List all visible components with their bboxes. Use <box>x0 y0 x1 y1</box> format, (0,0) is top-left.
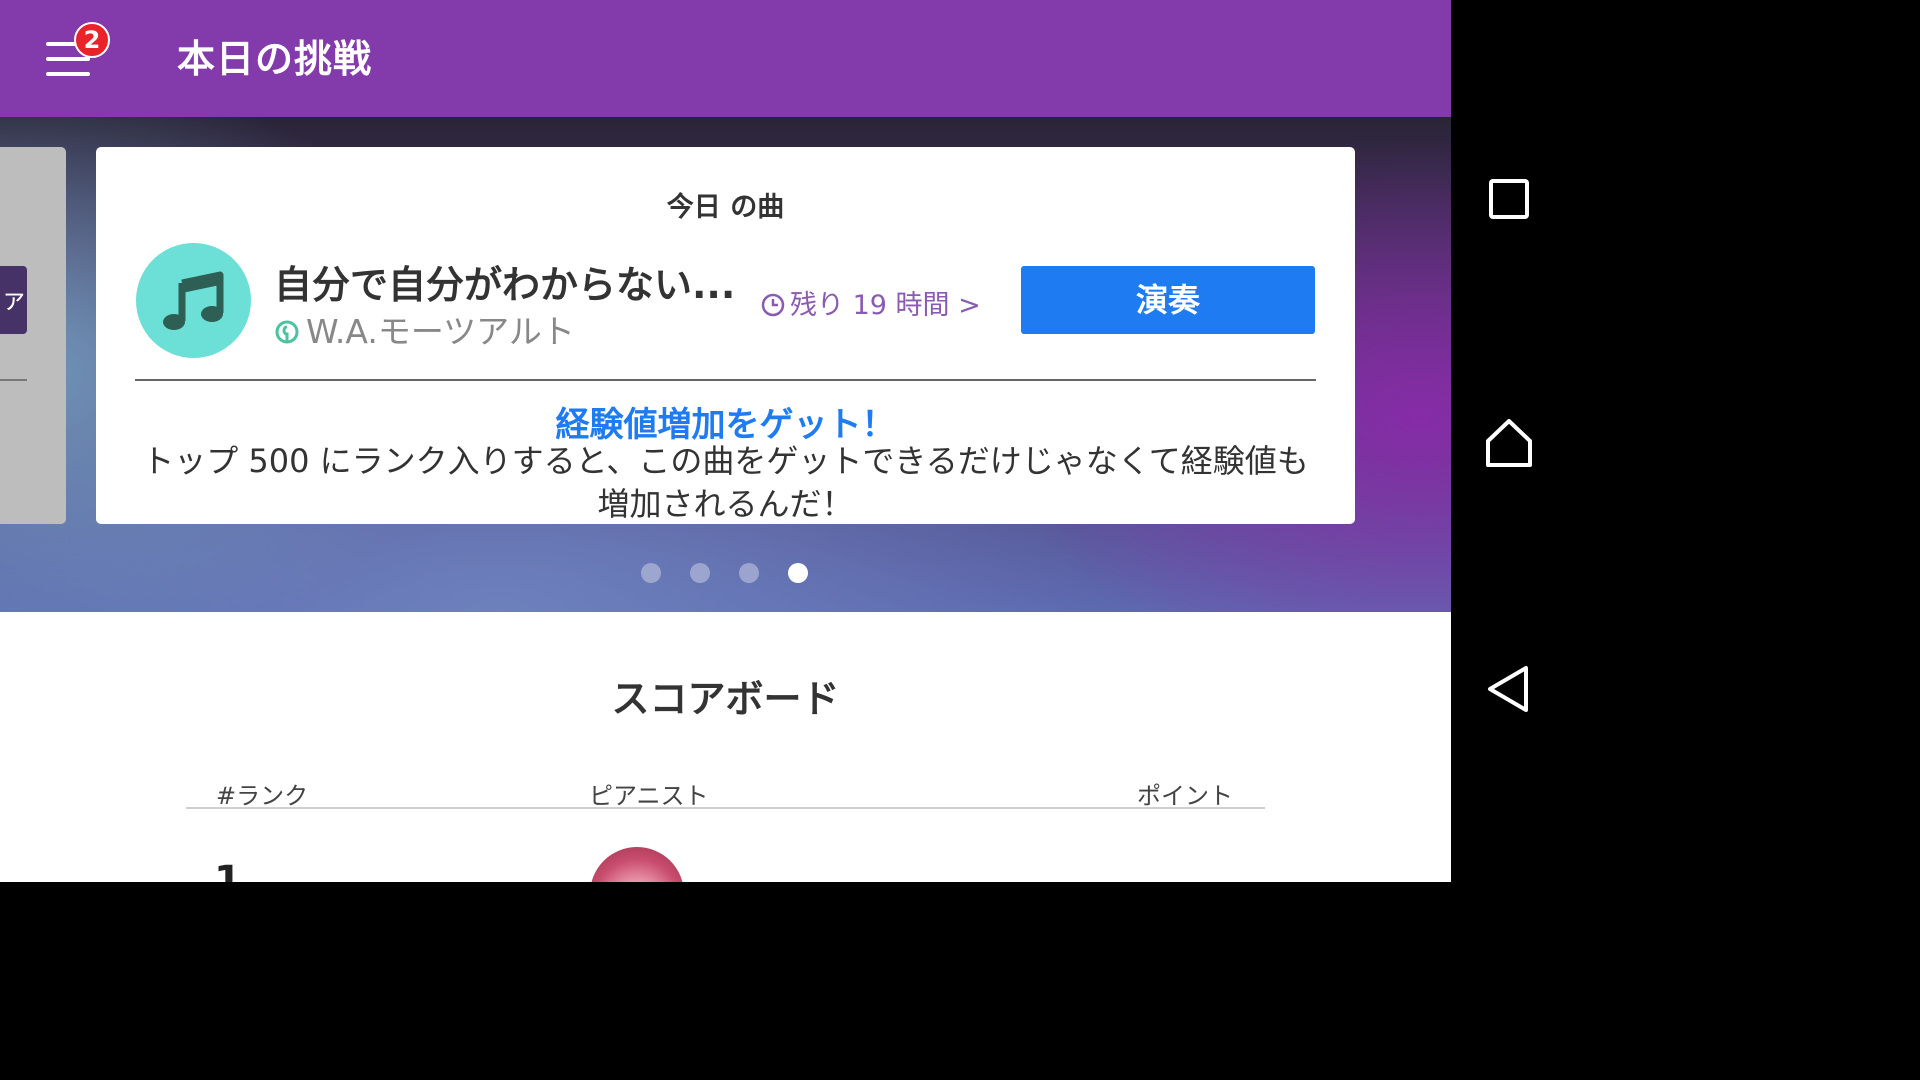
system-navigation-bar <box>1451 0 1568 882</box>
bonus-title: 経験値増加をゲット！ <box>555 405 896 445</box>
daily-song-carousel[interactable]: ァ 今日 の曲 自分で自分がわからない... W.A.モーツアルト 残り 19 … <box>0 117 1451 612</box>
recent-apps-icon <box>1489 179 1529 219</box>
composer-icon <box>274 314 300 353</box>
notification-badge: 2 <box>74 22 110 58</box>
column-header-rank: #ランク <box>216 782 309 810</box>
composer-link[interactable]: W.A.モーツアルト <box>274 305 575 353</box>
page-dot-active[interactable] <box>788 563 808 583</box>
page-dot[interactable] <box>739 563 759 583</box>
bonus-description: トップ 500 にランク入りすると、この曲をゲットできるだけじゃなくて経験値も増… <box>142 442 1309 523</box>
page-dot[interactable] <box>641 563 661 583</box>
pianist-avatar[interactable] <box>590 847 684 882</box>
play-button[interactable]: 演奏 <box>1021 266 1315 334</box>
menu-button[interactable]: 2 <box>38 22 110 88</box>
app-screen: 2 本日の挑戦 ァ 今日 の曲 自分で自分がわからない... W.A.モーツアル… <box>0 0 1451 882</box>
scoreboard-title: スコアボード <box>611 677 840 721</box>
page-dot[interactable] <box>690 563 710 583</box>
composer-name: W.A.モーツアルト <box>306 312 575 351</box>
previous-card-divider <box>0 379 27 381</box>
card-divider <box>135 379 1316 381</box>
back-button[interactable] <box>1451 630 1568 750</box>
card-heading: 今日 の曲 <box>666 192 785 223</box>
previous-card[interactable]: ァ <box>0 147 66 524</box>
table-header-divider <box>186 807 1265 809</box>
time-remaining-text: 残り 19 時間 > <box>790 290 981 321</box>
song-of-the-day-card: 今日 の曲 自分で自分がわからない... W.A.モーツアルト 残り 19 時間… <box>96 147 1355 524</box>
recent-apps-button[interactable] <box>1451 140 1568 260</box>
row-rank: 1 <box>214 858 242 882</box>
page-title: 本日の挑戦 <box>177 37 373 81</box>
song-title[interactable]: 自分で自分がわからない... <box>274 254 735 309</box>
song-avatar <box>136 243 251 358</box>
app-header: 2 本日の挑戦 <box>0 0 1451 117</box>
column-header-pianist: ピアニスト <box>589 782 709 810</box>
home-button[interactable] <box>1451 385 1568 505</box>
column-header-points: ポイント <box>1137 782 1233 810</box>
previous-card-button[interactable]: ァ <box>0 266 27 334</box>
clock-icon <box>760 292 786 325</box>
home-icon <box>1486 419 1532 467</box>
back-icon <box>1488 666 1528 712</box>
time-remaining-link[interactable]: 残り 19 時間 > <box>760 283 981 325</box>
music-note-icon <box>163 271 224 330</box>
